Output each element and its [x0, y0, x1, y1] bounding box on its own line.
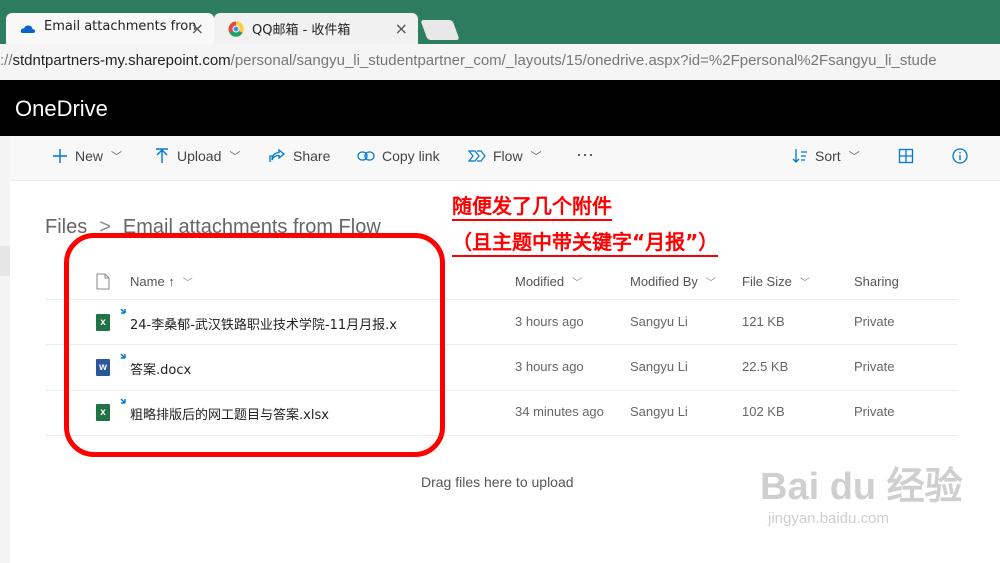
browser-tab-onedrive[interactable]: Email attachments fron × — [6, 13, 214, 44]
left-nav-selected[interactable] — [0, 246, 10, 276]
url-prefix: :// — [0, 52, 13, 69]
annotation-line-2: （且主题中带关键字“月报”） — [452, 226, 719, 257]
column-header-modified[interactable]: Modified ﹀ — [515, 274, 582, 289]
app-header: OneDrive — [0, 80, 1000, 136]
chevron-down-icon: ﹀ — [705, 278, 716, 289]
chevron-down-icon: ﹀ — [799, 278, 810, 289]
file-size: 22.5 KB — [742, 359, 789, 374]
share-label: Share — [293, 148, 331, 164]
tab-title: QQ邮箱 - 收件箱 — [252, 23, 351, 38]
more-label: ··· — [576, 144, 594, 164]
copy-link-button[interactable]: Copy link — [357, 148, 440, 164]
more-button[interactable]: ··· — [576, 144, 594, 165]
url-host: stdntpartners-my.sharepoint.com — [12, 52, 231, 69]
column-header-modified-by[interactable]: Modified By ﹀ — [630, 274, 716, 289]
modified-by: Sangyu Li — [630, 359, 688, 374]
share-button[interactable]: Share — [268, 148, 330, 164]
plus-icon — [52, 148, 68, 164]
column-modified-by-label: Modified By — [630, 274, 698, 289]
modified-by: Sangyu Li — [630, 314, 688, 329]
address-bar[interactable]: ://stdntpartners-my.sharepoint.com/perso… — [0, 44, 1000, 81]
chevron-down-icon: ﹀ — [229, 151, 241, 163]
file-size: 121 KB — [742, 314, 785, 329]
new-button[interactable]: New ﹀ — [52, 148, 122, 164]
close-tab-icon[interactable]: × — [191, 19, 204, 38]
chevron-down-icon: ﹀ — [848, 151, 860, 163]
left-nav — [0, 136, 10, 563]
modified: 34 minutes ago — [515, 404, 604, 419]
qq-mail-icon — [228, 21, 244, 37]
watermark-brand: Bai du 经验 — [760, 466, 963, 508]
modified: 3 hours ago — [515, 359, 584, 374]
column-header-sharing[interactable]: Sharing — [854, 274, 899, 289]
new-tab-button[interactable] — [420, 20, 460, 40]
tab-title: Email attachments fron — [44, 19, 197, 34]
baidu-watermark: Bai du 经验 jingyan.baidu.com — [760, 455, 963, 527]
sort-label: Sort — [815, 148, 841, 164]
sort-icon — [792, 148, 808, 164]
info-icon — [952, 148, 968, 164]
chevron-down-icon: ﹀ — [572, 278, 583, 289]
watermark-url: jingyan.baidu.com — [768, 510, 889, 527]
column-sharing-label: Sharing — [854, 274, 899, 289]
file-size: 102 KB — [742, 404, 785, 419]
modified: 3 hours ago — [515, 314, 584, 329]
column-header-file-size[interactable]: File Size ﹀ — [742, 274, 810, 289]
sharing: Private — [854, 314, 895, 329]
sharing: Private — [854, 359, 895, 374]
link-icon — [357, 150, 375, 162]
column-modified-label: Modified — [515, 274, 565, 289]
annotation-line-1: 随便发了几个附件 — [452, 190, 612, 221]
column-file-size-label: File Size — [742, 274, 792, 289]
command-bar: New ﹀ Upload ﹀ Share Copy link Flow ﹀ ··… — [10, 136, 1000, 181]
upload-arrow-icon — [154, 148, 170, 164]
sharing: Private — [854, 404, 895, 419]
url-text[interactable]: ://stdntpartners-my.sharepoint.com/perso… — [0, 52, 937, 69]
info-button[interactable] — [952, 148, 975, 164]
chevron-down-icon: ﹀ — [530, 151, 542, 163]
modified-by: Sangyu Li — [630, 404, 688, 419]
url-path: /personal/sangyu_li_studentpartner_com/_… — [230, 52, 937, 69]
upload-label: Upload — [177, 148, 222, 164]
close-tab-icon[interactable]: × — [395, 19, 408, 38]
flow-label: Flow — [493, 148, 523, 164]
flow-button[interactable]: Flow ﹀ — [468, 148, 542, 164]
drop-zone-text: Drag files here to upload — [421, 474, 574, 490]
highlight-circle — [64, 233, 445, 457]
new-label: New — [75, 148, 104, 164]
onedrive-cloud-icon — [20, 25, 36, 33]
upload-button[interactable]: Upload ﹀ — [154, 148, 240, 164]
flow-icon — [468, 149, 486, 163]
grid-icon — [898, 148, 914, 164]
copy-link-label: Copy link — [382, 148, 440, 164]
chevron-down-icon: ﹀ — [111, 151, 123, 163]
app-title[interactable]: OneDrive — [15, 96, 108, 122]
share-icon — [268, 148, 286, 164]
browser-tab-qqmail[interactable]: QQ邮箱 - 收件箱 × — [214, 13, 418, 44]
view-toggle-button[interactable] — [898, 148, 921, 164]
sort-button[interactable]: Sort ﹀ — [792, 148, 860, 164]
browser-tab-bar: Email attachments fron × QQ邮箱 - 收件箱 × — [0, 0, 1000, 44]
